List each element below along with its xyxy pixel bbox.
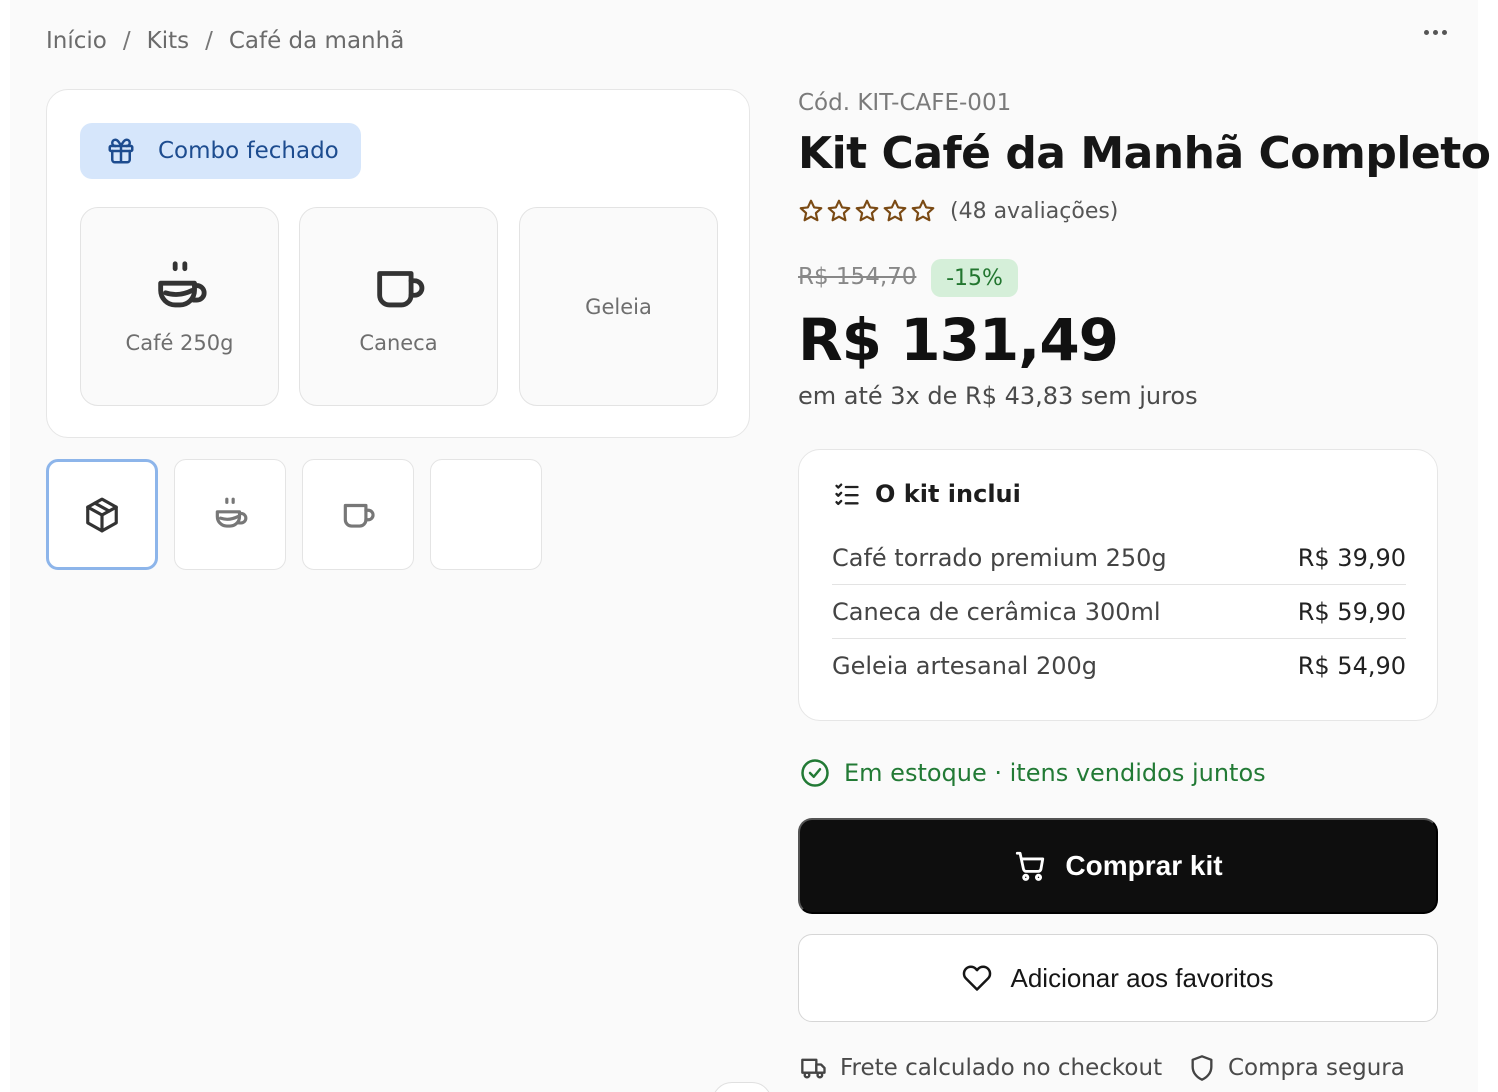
combo-badge: Combo fechado [80,123,361,179]
heart-icon [963,965,992,991]
kit-item-tile-label: Geleia [585,294,652,319]
secure-purchase-info: Compra segura [1188,1054,1405,1082]
shipping-info-text: Frete calculado no checkout [840,1055,1163,1081]
kit-item-row: Café torrado premium 250g R$ 39,90 [832,531,1406,585]
old-price: R$ 154,70 [798,264,917,290]
thumbnail-geleia[interactable] [430,459,542,570]
star-outline-icon [855,199,879,222]
mug-icon [376,270,424,307]
add-to-favorites-button[interactable]: Adicionar aos favoritos [798,934,1438,1022]
coffee-cup-icon [215,497,248,528]
breadcrumb-item-inicio[interactable]: Início [46,28,107,54]
kit-item-name: Caneca de cerâmica 300ml [832,597,1161,626]
buy-kit-button[interactable]: Comprar kit [798,818,1438,914]
breadcrumb-separator: / [122,28,131,54]
shopping-cart-icon [1016,851,1045,881]
kit-item-row: Geleia artesanal 200g R$ 54,90 [832,639,1406,693]
kit-item-name: Café torrado premium 250g [832,543,1167,572]
mug-icon [343,503,375,528]
kit-item-tile-label: Café 250g [125,330,234,355]
add-to-favorites-label: Adicionar aos favoritos [1010,962,1274,993]
star-outline-icon [911,199,935,222]
kit-item-price: R$ 59,90 [1297,597,1406,626]
more-horizontal-icon-dot [1432,29,1438,35]
thumbnail-kit[interactable] [46,459,158,570]
shield-icon [1191,1055,1213,1081]
buy-kit-label: Comprar kit [1065,850,1223,881]
gift-icon [108,138,134,164]
more-horizontal-icon [1423,29,1429,35]
kit-includes-box: O kit inclui Café torrado premium 250g R… [798,449,1438,721]
rating-stars [798,198,936,224]
star-outline-icon [827,199,851,222]
more-options-button[interactable] [1418,18,1452,46]
product-sku: Cód. KIT-CAFE-001 [798,90,1012,116]
star-outline-icon [883,199,907,222]
shipping-info: Frete calculado no checkout [800,1054,1162,1082]
kit-item-tile-caneca: Caneca [299,207,498,406]
kit-includes-heading: O kit inclui [833,480,1021,508]
kit-item-tile-geleia: Geleia [519,207,718,406]
kit-item-price: R$ 54,90 [1297,652,1406,680]
star-outline-icon [799,199,823,222]
kit-item-row: Caneca de cerâmica 300ml R$ 59,90 [832,585,1406,639]
product-title: Kit Café da Manhã Completo [798,128,1491,179]
breadcrumb: Início / Kits / Café da manhã [46,28,404,54]
more-horizontal-icon-dot [1441,29,1447,35]
thumbnail-cafe[interactable] [174,459,286,570]
breadcrumb-item-cafe-da-manha[interactable]: Café da manhã [229,28,404,54]
checklist-icon [835,483,859,506]
gallery-main-image: Combo fechado Café 250g Caneca Geleia [46,89,750,438]
kit-item-price: R$ 39,90 [1297,543,1406,572]
kit-item-tile-label: Caneca [359,330,438,355]
thumbnail-caneca[interactable] [302,459,414,570]
current-price: R$ 131,49 [798,306,1119,374]
installments-text: em até 3x de R$ 43,83 sem juros [798,382,1198,410]
discount-badge: -15% [931,259,1018,297]
combo-badge-label: Combo fechado [158,138,339,164]
product-rating[interactable]: (48 avaliações) [798,198,1118,224]
truck-icon [801,1058,826,1079]
package-icon [86,497,118,532]
kit-includes-title: O kit inclui [875,480,1021,508]
kit-item-tile-cafe: Café 250g [80,207,279,406]
breadcrumb-separator: / [205,28,213,54]
stock-status: Em estoque · itens vendidos juntos [800,758,1266,788]
rating-count: (48 avaliações) [950,198,1119,224]
coffee-cup-icon [157,260,207,307]
secure-purchase-text: Compra segura [1228,1055,1405,1081]
check-circle-icon [801,759,829,787]
stock-status-text: Em estoque · itens vendidos juntos [844,759,1266,787]
kit-item-name: Geleia artesanal 200g [832,652,1098,680]
breadcrumb-item-kits[interactable]: Kits [147,28,189,54]
